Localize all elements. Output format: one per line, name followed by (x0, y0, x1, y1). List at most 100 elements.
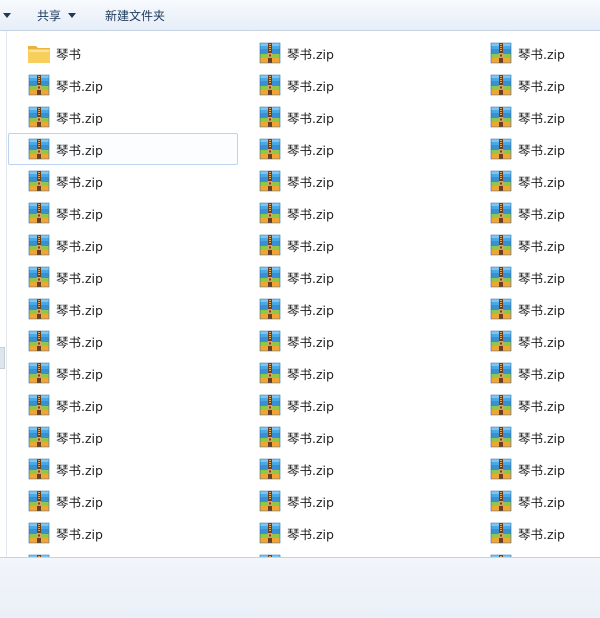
zip-file-item[interactable]: 琴书.zip (8, 325, 238, 357)
zip-file-item[interactable]: 琴书.zip (239, 101, 469, 133)
file-name-label: 琴书.zip (56, 302, 103, 318)
file-name-label: 琴书.zip (56, 142, 103, 158)
zip-file-item[interactable]: 琴书.zip (8, 485, 238, 517)
zip-archive-icon (488, 72, 514, 98)
zip-file-item[interactable]: 琴书.zip (8, 357, 238, 389)
file-grid: 琴书 琴书.zip 琴书.zip 琴书.zip 琴书.zip 琴书.zip 琴书.zip 琴书… (8, 37, 600, 557)
file-name-label: 琴书.zip (56, 270, 103, 286)
file-name-label: 琴书.zip (287, 78, 334, 94)
zip-archive-icon (488, 520, 514, 546)
zip-file-item[interactable]: 琴书.zip (239, 293, 469, 325)
zip-file-item[interactable]: 琴书.zip (239, 261, 469, 293)
zip-file-item[interactable]: 琴书.zip (239, 357, 469, 389)
file-name-label: 琴书.zip (287, 46, 334, 62)
zip-file-item[interactable]: 琴书.zip (470, 485, 599, 517)
zip-archive-icon (26, 200, 52, 226)
zip-file-item[interactable] (8, 549, 238, 557)
file-name-label: 琴书.zip (518, 302, 565, 318)
zip-file-item[interactable]: 琴书.zip (239, 485, 469, 517)
zip-file-item[interactable]: 琴书.zip (239, 453, 469, 485)
zip-file-item[interactable]: 琴书.zip (470, 421, 599, 453)
share-button[interactable]: 共享 (37, 7, 61, 25)
file-name-label: 琴书.zip (518, 142, 565, 158)
file-name-label: 琴书.zip (56, 430, 103, 446)
new-folder-button[interactable]: 新建文件夹 (105, 7, 165, 25)
zip-file-item[interactable]: 琴书.zip (239, 421, 469, 453)
zip-file-item[interactable]: 琴书.zip (470, 101, 599, 133)
zip-file-item[interactable]: 琴书.zip (239, 197, 469, 229)
navigation-pane-edge (0, 31, 7, 558)
file-list-view[interactable]: 琴书 琴书.zip 琴书.zip 琴书.zip 琴书.zip 琴书.zip 琴书.zip 琴书… (8, 31, 600, 557)
zip-file-item[interactable]: 琴书.zip (470, 69, 599, 101)
zip-archive-icon (488, 264, 514, 290)
zip-file-item[interactable]: 琴书.zip (8, 165, 238, 197)
zip-file-item[interactable]: 琴书.zip (8, 293, 238, 325)
file-name-label: 琴书.zip (287, 206, 334, 222)
zip-archive-icon (488, 424, 514, 450)
zip-archive-icon (488, 360, 514, 386)
zip-file-item[interactable]: 琴书.zip (470, 389, 599, 421)
zip-archive-icon (488, 168, 514, 194)
zip-file-item[interactable]: 琴书.zip (8, 197, 238, 229)
file-name-label: 琴书.zip (287, 430, 334, 446)
zip-archive-icon (26, 296, 52, 322)
zip-archive-icon (257, 168, 283, 194)
file-name-label: 琴书.zip (518, 526, 565, 542)
zip-file-item[interactable]: 琴书.zip (8, 101, 238, 133)
zip-file-item[interactable]: 琴书.zip (8, 517, 238, 549)
zip-file-item[interactable]: 琴书.zip (470, 517, 599, 549)
zip-file-item[interactable]: 琴书.zip (239, 37, 469, 69)
file-name-label: 琴书.zip (287, 334, 334, 350)
share-dropdown-arrow-icon[interactable] (68, 13, 76, 18)
zip-archive-icon (26, 232, 52, 258)
zip-file-item[interactable]: 琴书.zip (239, 69, 469, 101)
file-name-label: 琴书.zip (518, 238, 565, 254)
zip-file-item[interactable]: 琴书.zip (470, 261, 599, 293)
zip-archive-icon (257, 520, 283, 546)
zip-file-item[interactable]: 琴书.zip (470, 165, 599, 197)
pane-resize-handle[interactable] (0, 347, 5, 369)
file-name-label: 琴书.zip (518, 366, 565, 382)
zip-file-item[interactable]: 琴书.zip (8, 229, 238, 261)
zip-file-item[interactable]: 琴书.zip (470, 229, 599, 261)
zip-file-item[interactable]: 琴书.zip (8, 389, 238, 421)
zip-file-item[interactable]: 琴书.zip (470, 293, 599, 325)
zip-archive-icon (488, 488, 514, 514)
zip-file-item[interactable]: 琴书.zip (239, 517, 469, 549)
zip-file-item[interactable]: 琴书.zip (239, 165, 469, 197)
zip-file-item[interactable] (239, 549, 469, 557)
file-name-label: 琴书.zip (56, 174, 103, 190)
folder-icon (26, 40, 52, 66)
zip-file-item[interactable]: 琴书.zip (470, 37, 599, 69)
zip-file-item[interactable] (470, 549, 599, 557)
zip-file-item[interactable]: 琴书.zip (470, 357, 599, 389)
file-name-label: 琴书.zip (518, 398, 565, 414)
zip-file-item[interactable]: 琴书.zip (8, 421, 238, 453)
zip-archive-icon (257, 136, 283, 162)
details-pane (0, 557, 600, 618)
zip-file-item[interactable]: 琴书.zip (470, 325, 599, 357)
file-name-label: 琴书.zip (287, 110, 334, 126)
folder-item[interactable]: 琴书 (8, 37, 238, 69)
zip-file-item[interactable]: 琴书.zip (470, 453, 599, 485)
zip-file-item[interactable]: 琴书.zip (239, 389, 469, 421)
organize-dropdown-arrow-icon[interactable] (3, 13, 11, 18)
zip-archive-icon (26, 456, 52, 482)
zip-file-item[interactable]: 琴书.zip (8, 133, 238, 165)
zip-archive-icon (26, 72, 52, 98)
zip-archive-icon (488, 104, 514, 130)
zip-archive-icon (257, 40, 283, 66)
zip-archive-icon (257, 200, 283, 226)
zip-file-item[interactable]: 琴书.zip (8, 69, 238, 101)
zip-file-item[interactable]: 琴书.zip (239, 229, 469, 261)
zip-archive-icon (257, 488, 283, 514)
zip-file-item[interactable]: 琴书.zip (470, 133, 599, 165)
file-name-label: 琴书.zip (518, 270, 565, 286)
zip-file-item[interactable]: 琴书.zip (8, 453, 238, 485)
zip-file-item[interactable]: 琴书.zip (239, 325, 469, 357)
zip-archive-icon (257, 104, 283, 130)
zip-file-item[interactable]: 琴书.zip (8, 261, 238, 293)
zip-archive-icon (488, 296, 514, 322)
zip-file-item[interactable]: 琴书.zip (470, 197, 599, 229)
zip-file-item[interactable]: 琴书.zip (239, 133, 469, 165)
